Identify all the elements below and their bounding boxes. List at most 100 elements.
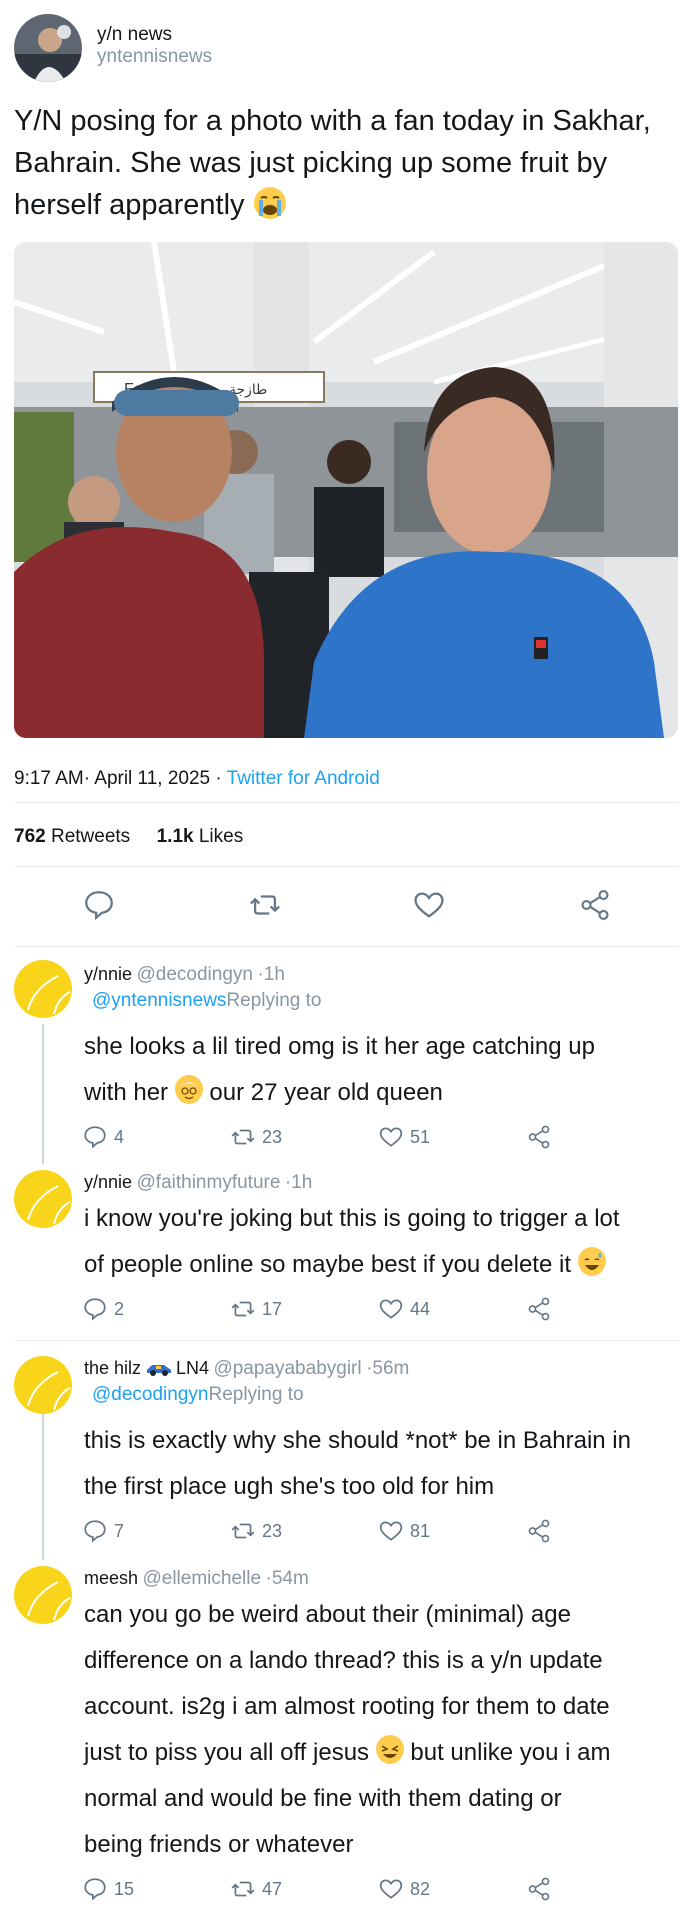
retweet-button[interactable]: 47	[230, 1876, 282, 1902]
author-handle[interactable]: yntennisnews	[97, 46, 212, 68]
reply-time: ·1h	[257, 964, 285, 985]
like-count: 81	[410, 1520, 431, 1541]
reply-author-name-suffix: LN4	[175, 1358, 209, 1378]
reply-text-line: she looks a lil tired omg is it her age …	[84, 1033, 595, 1060]
tweet-photo[interactable]: Food To Go طازجة	[14, 242, 678, 738]
tweet-text: Y/N posing for a photo with a fan today …	[14, 100, 674, 226]
reply-author-name[interactable]: the hilz	[84, 1358, 141, 1378]
reply-avatar[interactable]	[14, 960, 72, 1018]
crying-face-emoji-icon	[253, 186, 287, 220]
like-count: 82	[410, 1878, 431, 1899]
tweet-stats: 762 Retweets 1.1k Likes	[14, 826, 243, 848]
replying-to: @decodingynReplying to	[92, 1384, 304, 1406]
reply-icon	[84, 1878, 106, 1901]
retweet-label[interactable]: Retweets	[51, 826, 130, 847]
reply-button[interactable]: 15	[82, 1876, 134, 1902]
retweet-count: 23	[262, 1520, 283, 1541]
reply-button[interactable]	[82, 888, 116, 927]
tweet-app-link[interactable]: Twitter for Android	[227, 768, 380, 789]
reply-text-line: the first place ugh she's too old for hi…	[84, 1473, 495, 1500]
retweet-button[interactable]	[248, 888, 282, 927]
like-label[interactable]: Likes	[199, 826, 243, 847]
reply-author-handle[interactable]: @decodingyn	[137, 964, 253, 985]
replying-mention[interactable]: @decodingyn	[92, 1384, 208, 1405]
tweet-meta: 9:17 AM· April 11, 2025 · Twitter for An…	[14, 768, 380, 790]
author-name[interactable]: y/n news	[97, 24, 172, 46]
race-car-emoji-icon	[146, 1360, 172, 1381]
divider	[14, 1340, 678, 1341]
reply-text-part: with her	[84, 1079, 169, 1106]
reply-author-name[interactable]: meesh	[84, 1568, 138, 1588]
share-icon	[528, 1297, 550, 1321]
retweet-icon	[231, 1129, 255, 1145]
reply-icon	[84, 1298, 106, 1321]
retweet-count: 23	[262, 1126, 283, 1147]
reply-time: ·56m	[366, 1358, 410, 1379]
share-button[interactable]	[526, 1296, 552, 1322]
reply-text-line: can you go be weird about their (minimal…	[84, 1601, 571, 1628]
reply-text-line: of people online so maybe best if you de…	[84, 1242, 684, 1288]
like-count: 44	[410, 1298, 431, 1319]
share-button[interactable]	[526, 1124, 552, 1150]
reply-count: 15	[114, 1878, 135, 1899]
reply-button[interactable]: 4	[82, 1124, 124, 1150]
retweet-count: 17	[262, 1298, 283, 1319]
reply-actions: 7 23 81	[82, 1518, 642, 1548]
share-icon	[581, 890, 609, 920]
share-icon	[528, 1877, 550, 1901]
share-button[interactable]	[578, 888, 612, 927]
reply-text-line: this is exactly why she should *not* be …	[84, 1427, 631, 1454]
reply-count: 7	[114, 1520, 125, 1541]
reply-avatar[interactable]	[14, 1566, 72, 1624]
reply-actions: 2 17 44	[82, 1296, 642, 1326]
grinning-sweat-emoji-icon	[577, 1247, 606, 1276]
retweet-icon	[231, 1523, 255, 1539]
heart-icon	[379, 1299, 403, 1319]
like-button[interactable]	[412, 888, 446, 927]
tweet-time: 9:17 AM· April 11, 2025 ·	[14, 768, 227, 789]
like-button[interactable]: 51	[378, 1124, 430, 1150]
retweet-button[interactable]: 23	[230, 1518, 282, 1544]
divider	[14, 866, 678, 867]
retweet-count: 47	[262, 1878, 283, 1899]
squinting-face-emoji-icon	[375, 1735, 404, 1764]
reply-avatar[interactable]	[14, 1356, 72, 1414]
reply-text-line: account. is2g i am almost rooting for th…	[84, 1693, 610, 1720]
retweet-icon	[231, 1301, 255, 1317]
heart-icon	[379, 1521, 403, 1541]
retweet-icon	[231, 1881, 255, 1897]
retweet-button[interactable]: 23	[230, 1124, 282, 1150]
divider	[14, 946, 678, 947]
reply-text: can you go be weird about their (minimal…	[84, 1592, 684, 1868]
retweet-button[interactable]: 17	[230, 1296, 282, 1322]
reply-author-name[interactable]: y/nnie	[84, 1172, 132, 1192]
tweet-body: Y/N posing for a photo with a fan today …	[14, 105, 651, 221]
replying-to: @yntennisnewsReplying to	[92, 990, 321, 1012]
like-button[interactable]: 81	[378, 1518, 430, 1544]
reply-text: i know you're joking but this is going t…	[84, 1196, 684, 1288]
reply-count: 4	[114, 1126, 125, 1147]
reply-text: this is exactly why she should *not* be …	[84, 1418, 684, 1510]
share-icon	[528, 1519, 550, 1543]
like-count[interactable]: 1.1k	[157, 826, 194, 847]
reply-header: y/nnie @decodingyn ·1h	[84, 964, 285, 986]
reply-avatar[interactable]	[14, 1170, 72, 1228]
reply-text-part: our 27 year old queen	[209, 1079, 443, 1106]
like-button[interactable]: 82	[378, 1876, 430, 1902]
reply-author-handle[interactable]: @ellemichelle	[142, 1568, 261, 1589]
share-button[interactable]	[526, 1518, 552, 1544]
reply-button[interactable]: 2	[82, 1296, 124, 1322]
reply-text-line: being friends or whatever	[84, 1831, 354, 1858]
reply-author-handle[interactable]: @faithinmyfuture	[137, 1172, 281, 1193]
like-button[interactable]: 44	[378, 1296, 430, 1322]
reply-actions: 15 47 82	[82, 1876, 642, 1906]
replying-mention[interactable]: @yntennisnews	[92, 990, 226, 1011]
retweet-count[interactable]: 762	[14, 826, 46, 847]
reply-button[interactable]: 7	[82, 1518, 124, 1544]
author-avatar[interactable]	[14, 14, 82, 82]
heart-icon	[414, 892, 444, 918]
reply-author-handle[interactable]: @papayababygirl	[213, 1358, 361, 1379]
share-button[interactable]	[526, 1876, 552, 1902]
reply-author-name[interactable]: y/nnie	[84, 964, 132, 984]
reply-icon	[85, 891, 113, 921]
